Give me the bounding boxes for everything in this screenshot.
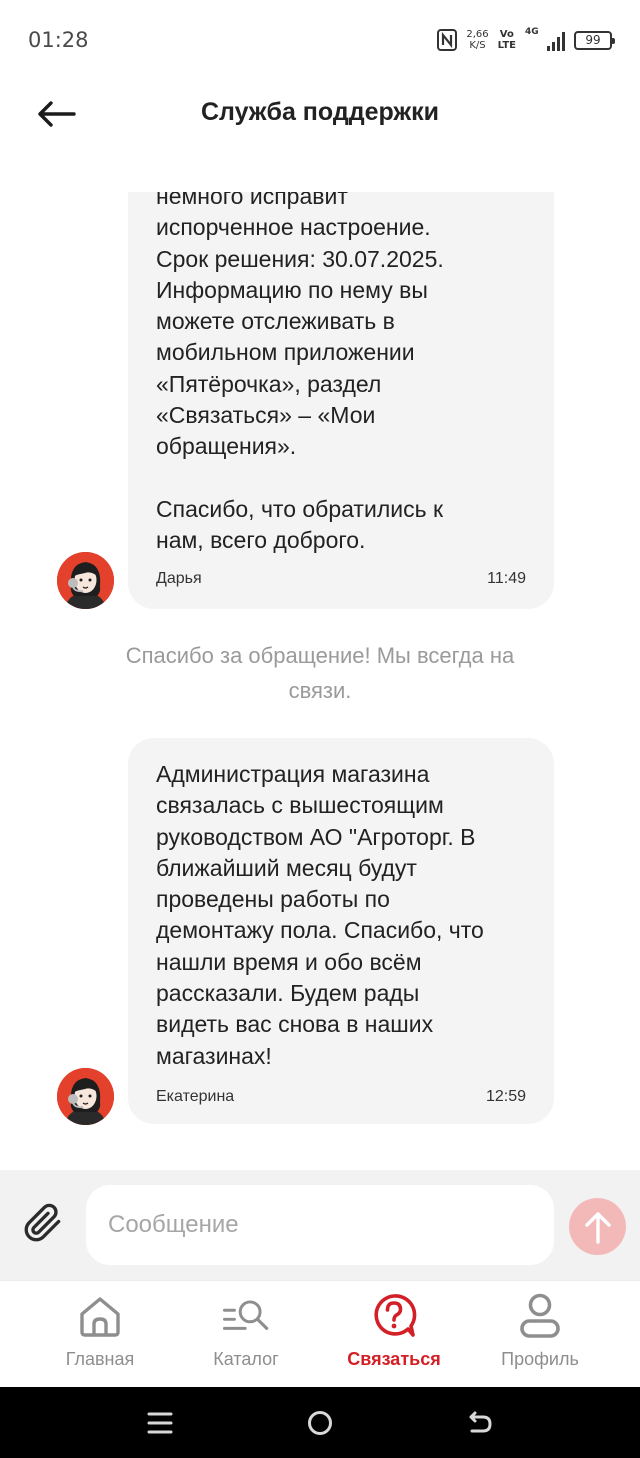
catalog-search-icon [222,1300,269,1330]
status-time: 01:28 [28,28,89,52]
battery-icon: 99 [574,30,615,50]
signal-icon: 4G [525,27,565,51]
nav-item-profile[interactable]: Профиль [480,1291,600,1381]
network-type: 4G [525,27,539,37]
status-bar: 01:28 2,66 K/S Vo LTE 4G 99 [0,0,640,80]
message-input[interactable] [86,1185,554,1265]
message-time: 11:49 [487,570,526,587]
support-agent-icon [57,552,114,609]
nfc-icon [437,29,458,51]
nav-label-contact: Связаться [347,1349,441,1369]
volte-indicator: Vo LTE [498,29,516,51]
system-navigation-bar [0,1387,640,1458]
message-meta: Дарья 11:49 [156,570,526,588]
send-button[interactable] [569,1198,626,1255]
system-note: Спасибо за обращение! Мы всегда на связи… [125,643,515,703]
page-title: Служба поддержки [200,98,440,126]
nav-item-catalog[interactable]: Каталог [186,1291,306,1381]
message-bubble: Администрация магазина связалась с вышес… [128,738,554,1124]
network-speed-unit: K/S [469,40,486,51]
message-time: 12:59 [485,1088,526,1105]
volte-top: Vo [499,29,514,40]
signal-bar [562,32,565,51]
bottom-navigation: Главная Каталог Связаться Профиль [0,1280,640,1387]
volte-bottom: LTE [497,40,516,51]
back-system-button[interactable] [465,1409,495,1437]
network-speed: 2,66 K/S [466,29,488,51]
paperclip-icon [24,1203,61,1242]
message-text: немного исправит испорченное настроение.… [156,192,444,554]
battery-level: 99 [585,33,601,47]
nav-label-home: Главная [65,1349,135,1369]
nav-item-home[interactable]: Главная [40,1291,160,1381]
arrow-up-icon [584,1211,611,1244]
nav-item-contact[interactable]: Связаться [334,1291,454,1381]
support-question-icon [374,1294,417,1337]
status-icons: 2,66 K/S Vo LTE 4G 99 [437,26,615,54]
message-author: Дарья [156,570,202,587]
signal-bar [547,46,550,51]
message-bubble: немного исправит испорченное настроение.… [128,192,554,609]
agent-avatar [57,552,114,609]
message-meta: Екатерина 12:59 [156,1088,526,1106]
recent-apps-button[interactable] [145,1409,175,1437]
message-author: Екатерина [156,1088,235,1105]
message-text: Администрация магазина связалась с вышес… [156,761,484,1069]
home-icon [80,1297,120,1337]
signal-bar [557,37,560,51]
chat-messages[interactable]: немного исправит испорченное настроение.… [0,192,640,1172]
nav-label-profile: Профиль [501,1349,579,1369]
home-system-button[interactable] [305,1409,335,1437]
signal-bar [552,42,555,51]
nav-label-catalog: Каталог [213,1349,279,1369]
support-agent-icon [57,1068,114,1125]
network-speed-value: 2,66 [466,29,489,40]
header: Служба поддержки [0,80,640,150]
message-composer [0,1170,640,1280]
profile-icon [520,1293,560,1338]
circle-home-icon [308,1411,332,1435]
back-icon [469,1411,492,1433]
attach-button[interactable] [20,1200,66,1246]
menu-icon [147,1412,173,1434]
agent-avatar [57,1068,114,1125]
